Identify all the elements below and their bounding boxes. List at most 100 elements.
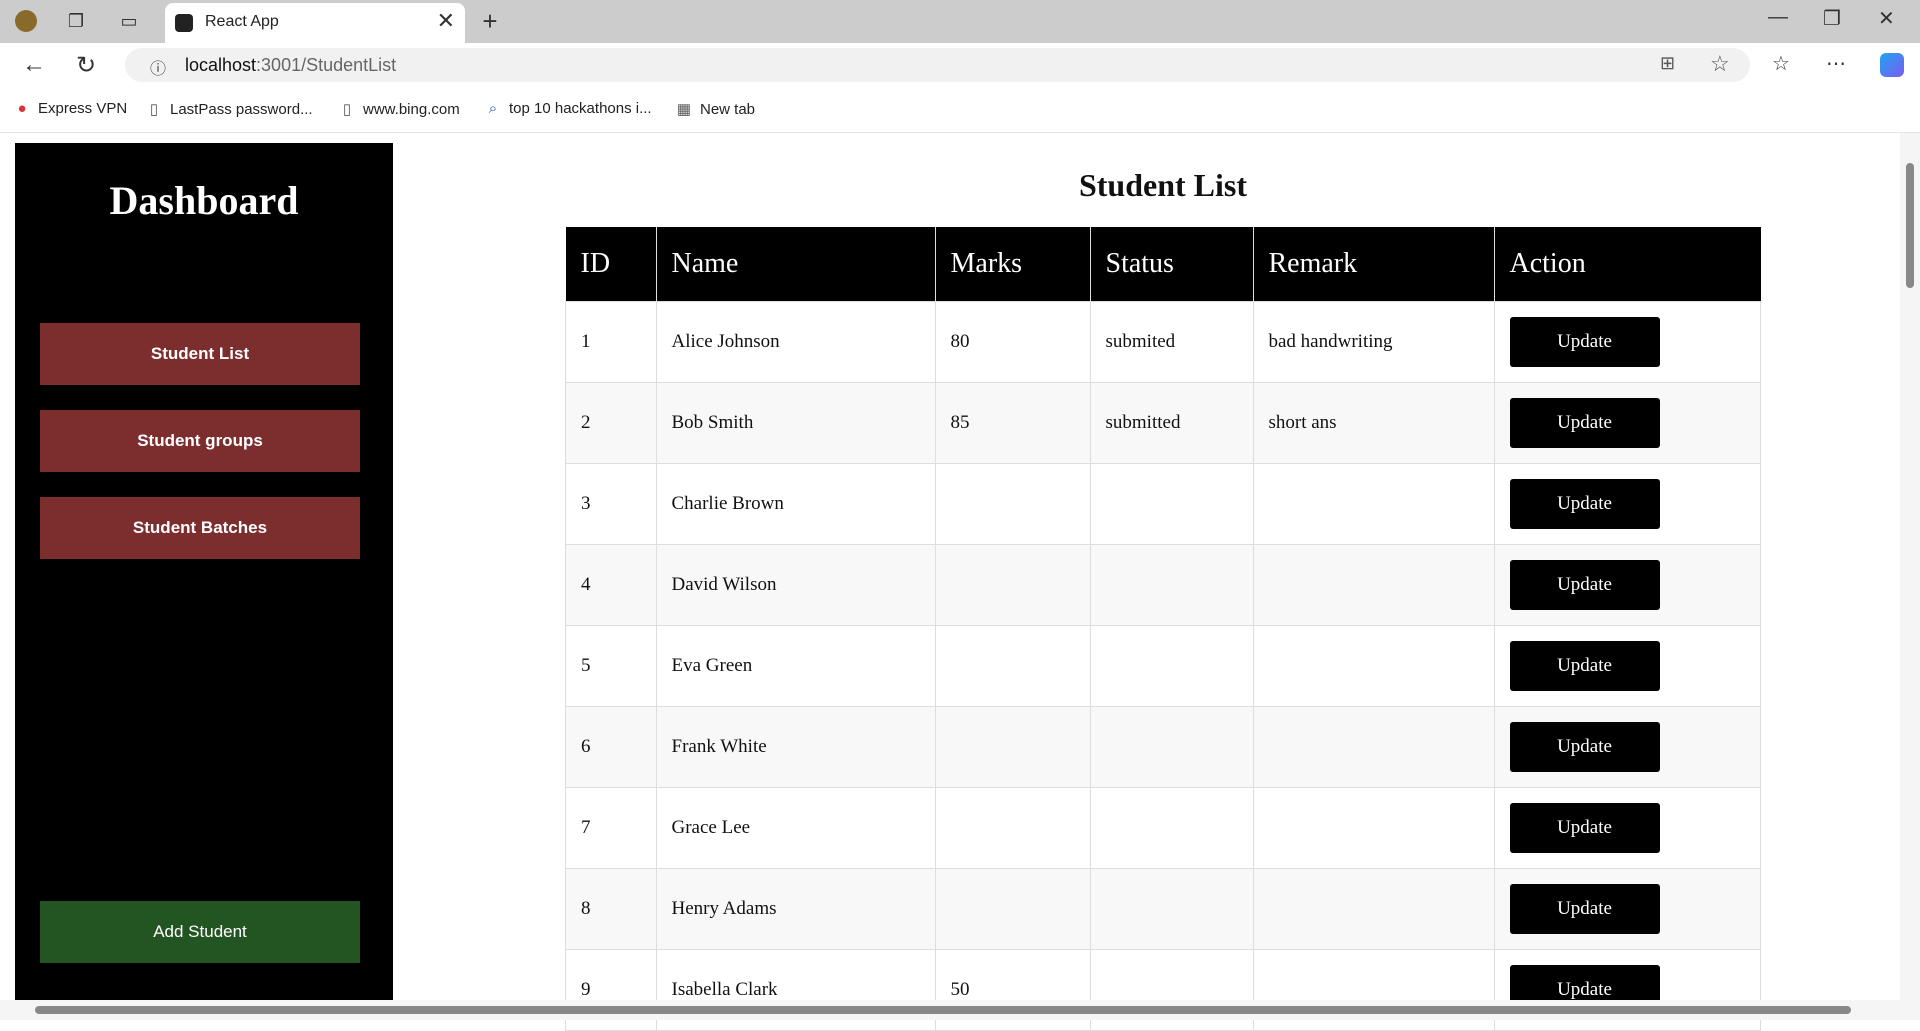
table-row: 6 Frank White Update (565, 706, 1761, 788)
column-header: Marks (935, 227, 1091, 302)
cell-status: submited (1089, 301, 1254, 383)
bookmarks-bar: ● Express VPN ▯ LastPass password... ▯ www.… (0, 88, 1920, 133)
column-header: ID (565, 227, 657, 302)
cell-status (1089, 544, 1254, 626)
cell-id: 5 (565, 625, 657, 707)
cell-name: Alice Johnson (655, 301, 936, 383)
new-tab-page-icon: ▦ (676, 101, 692, 118)
copilot-icon[interactable] (1880, 53, 1904, 77)
student-list-button[interactable]: Student List (40, 323, 360, 385)
favorites-icon[interactable]: ☆ (1772, 51, 1790, 76)
sidebar: Dashboard Student List Student groups St… (15, 143, 393, 1001)
table-row: 5 Eva Green Update (565, 625, 1761, 707)
cell-action: Update (1493, 787, 1761, 869)
favorite-star-icon[interactable]: ☆ (1710, 51, 1730, 77)
search-icon: ⌕ (488, 100, 498, 117)
page-viewport: Dashboard Student List Student groups St… (0, 133, 1920, 1031)
site-info-icon[interactable]: ⓘ (150, 55, 166, 79)
close-window-icon[interactable]: ✕ (1878, 6, 1895, 31)
cell-action: Update (1493, 868, 1761, 950)
cell-marks (934, 868, 1091, 950)
tab-actions-icon[interactable]: ▭ (117, 9, 141, 33)
update-button[interactable]: Update (1509, 884, 1660, 934)
cell-name: Grace Lee (655, 787, 936, 869)
student-groups-button[interactable]: Student groups (40, 410, 360, 472)
cell-action: Update (1493, 544, 1761, 626)
cell-status (1089, 625, 1254, 707)
student-batches-button[interactable]: Student Batches (40, 497, 360, 559)
table-row: 8 Henry Adams Update (565, 868, 1761, 950)
cell-id: 8 (565, 868, 657, 950)
cell-action: Update (1493, 382, 1761, 464)
cell-action: Update (1493, 463, 1761, 545)
cell-remark: bad handwriting (1252, 301, 1495, 383)
cell-status (1089, 463, 1254, 545)
tab-bar: ❐ ▭ React App ✕ + — ❐ ✕ (0, 0, 1920, 43)
bookmark-new-tab[interactable]: ▦ New tab (676, 100, 755, 118)
bookmark-expressvpn[interactable]: ● Express VPN (14, 100, 127, 117)
bookmark-lastpass[interactable]: ▯ LastPass password... (146, 100, 313, 118)
horizontal-scroll-thumb[interactable] (35, 1006, 1851, 1014)
url-text: localhost:3001/StudentList (185, 55, 397, 75)
cell-action: Update (1493, 706, 1761, 788)
cell-marks (934, 625, 1091, 707)
bookmark-hackathons[interactable]: ⌕ top 10 hackathons i... (485, 100, 652, 117)
table-row: 2 Bob Smith 85 submitted short ans Updat… (565, 382, 1761, 464)
url-field[interactable]: ⓘ localhost:3001/StudentList ⊞ ☆ (125, 48, 1750, 82)
app-available-icon[interactable]: ⊞ (1660, 53, 1675, 74)
cell-id: 4 (565, 544, 657, 626)
column-header: Name (656, 227, 936, 302)
cell-name: David Wilson (655, 544, 936, 626)
more-menu-icon[interactable]: ⋯ (1826, 51, 1846, 76)
cell-remark (1252, 463, 1495, 545)
cell-name: Bob Smith (655, 382, 936, 464)
cell-name: Henry Adams (655, 868, 936, 950)
cell-remark (1252, 544, 1495, 626)
update-button[interactable]: Update (1509, 398, 1660, 448)
profile-avatar-icon[interactable] (14, 9, 38, 33)
cell-remark: short ans (1252, 382, 1495, 464)
cell-id: 6 (565, 706, 657, 788)
workspaces-icon[interactable]: ❐ (64, 9, 88, 33)
cell-id: 1 (565, 301, 657, 383)
minimize-icon[interactable]: — (1768, 6, 1788, 29)
document-icon: ▯ (342, 101, 352, 118)
update-button[interactable]: Update (1509, 803, 1660, 853)
add-student-button[interactable]: Add Student (40, 901, 360, 963)
browser-tab[interactable]: React App ✕ (165, 3, 465, 43)
table-row: 1 Alice Johnson 80 submited bad handwrit… (565, 301, 1761, 383)
cell-remark (1252, 868, 1495, 950)
new-tab-icon[interactable]: + (478, 6, 502, 36)
address-bar: ← ↻ ⓘ localhost:3001/StudentList ⊞ ☆ ☆ ⋯ (0, 43, 1920, 88)
horizontal-scrollbar[interactable] (0, 1000, 1920, 1020)
cell-marks (934, 706, 1091, 788)
column-header: Action (1494, 227, 1761, 302)
cell-remark (1252, 625, 1495, 707)
table-row: 3 Charlie Brown Update (565, 463, 1761, 545)
update-button[interactable]: Update (1509, 560, 1660, 610)
cell-marks (934, 544, 1091, 626)
column-header: Status (1090, 227, 1254, 302)
cell-name: Eva Green (655, 625, 936, 707)
update-button[interactable]: Update (1509, 641, 1660, 691)
vertical-scrollbar[interactable] (1900, 133, 1920, 1000)
update-button[interactable]: Update (1509, 722, 1660, 772)
document-icon: ▯ (149, 101, 159, 118)
refresh-icon[interactable]: ↻ (76, 51, 96, 80)
cell-action: Update (1493, 625, 1761, 707)
restore-icon[interactable]: ❐ (1823, 6, 1841, 31)
expressvpn-icon: ● (17, 100, 27, 117)
cell-name: Frank White (655, 706, 936, 788)
student-table: ID Name Marks Status Remark Action 1 Ali… (565, 227, 1761, 1031)
vertical-scroll-thumb[interactable] (1906, 163, 1914, 288)
cell-action: Update (1493, 301, 1761, 383)
back-icon[interactable]: ← (22, 51, 46, 79)
cell-id: 7 (565, 787, 657, 869)
close-tab-icon[interactable]: ✕ (437, 8, 455, 34)
tab-title: React App (205, 13, 279, 30)
bookmark-bing[interactable]: ▯ www.bing.com (339, 100, 460, 118)
update-button[interactable]: Update (1509, 317, 1660, 367)
update-button[interactable]: Update (1509, 479, 1660, 529)
cell-status: submitted (1089, 382, 1254, 464)
cell-marks: 85 (934, 382, 1091, 464)
